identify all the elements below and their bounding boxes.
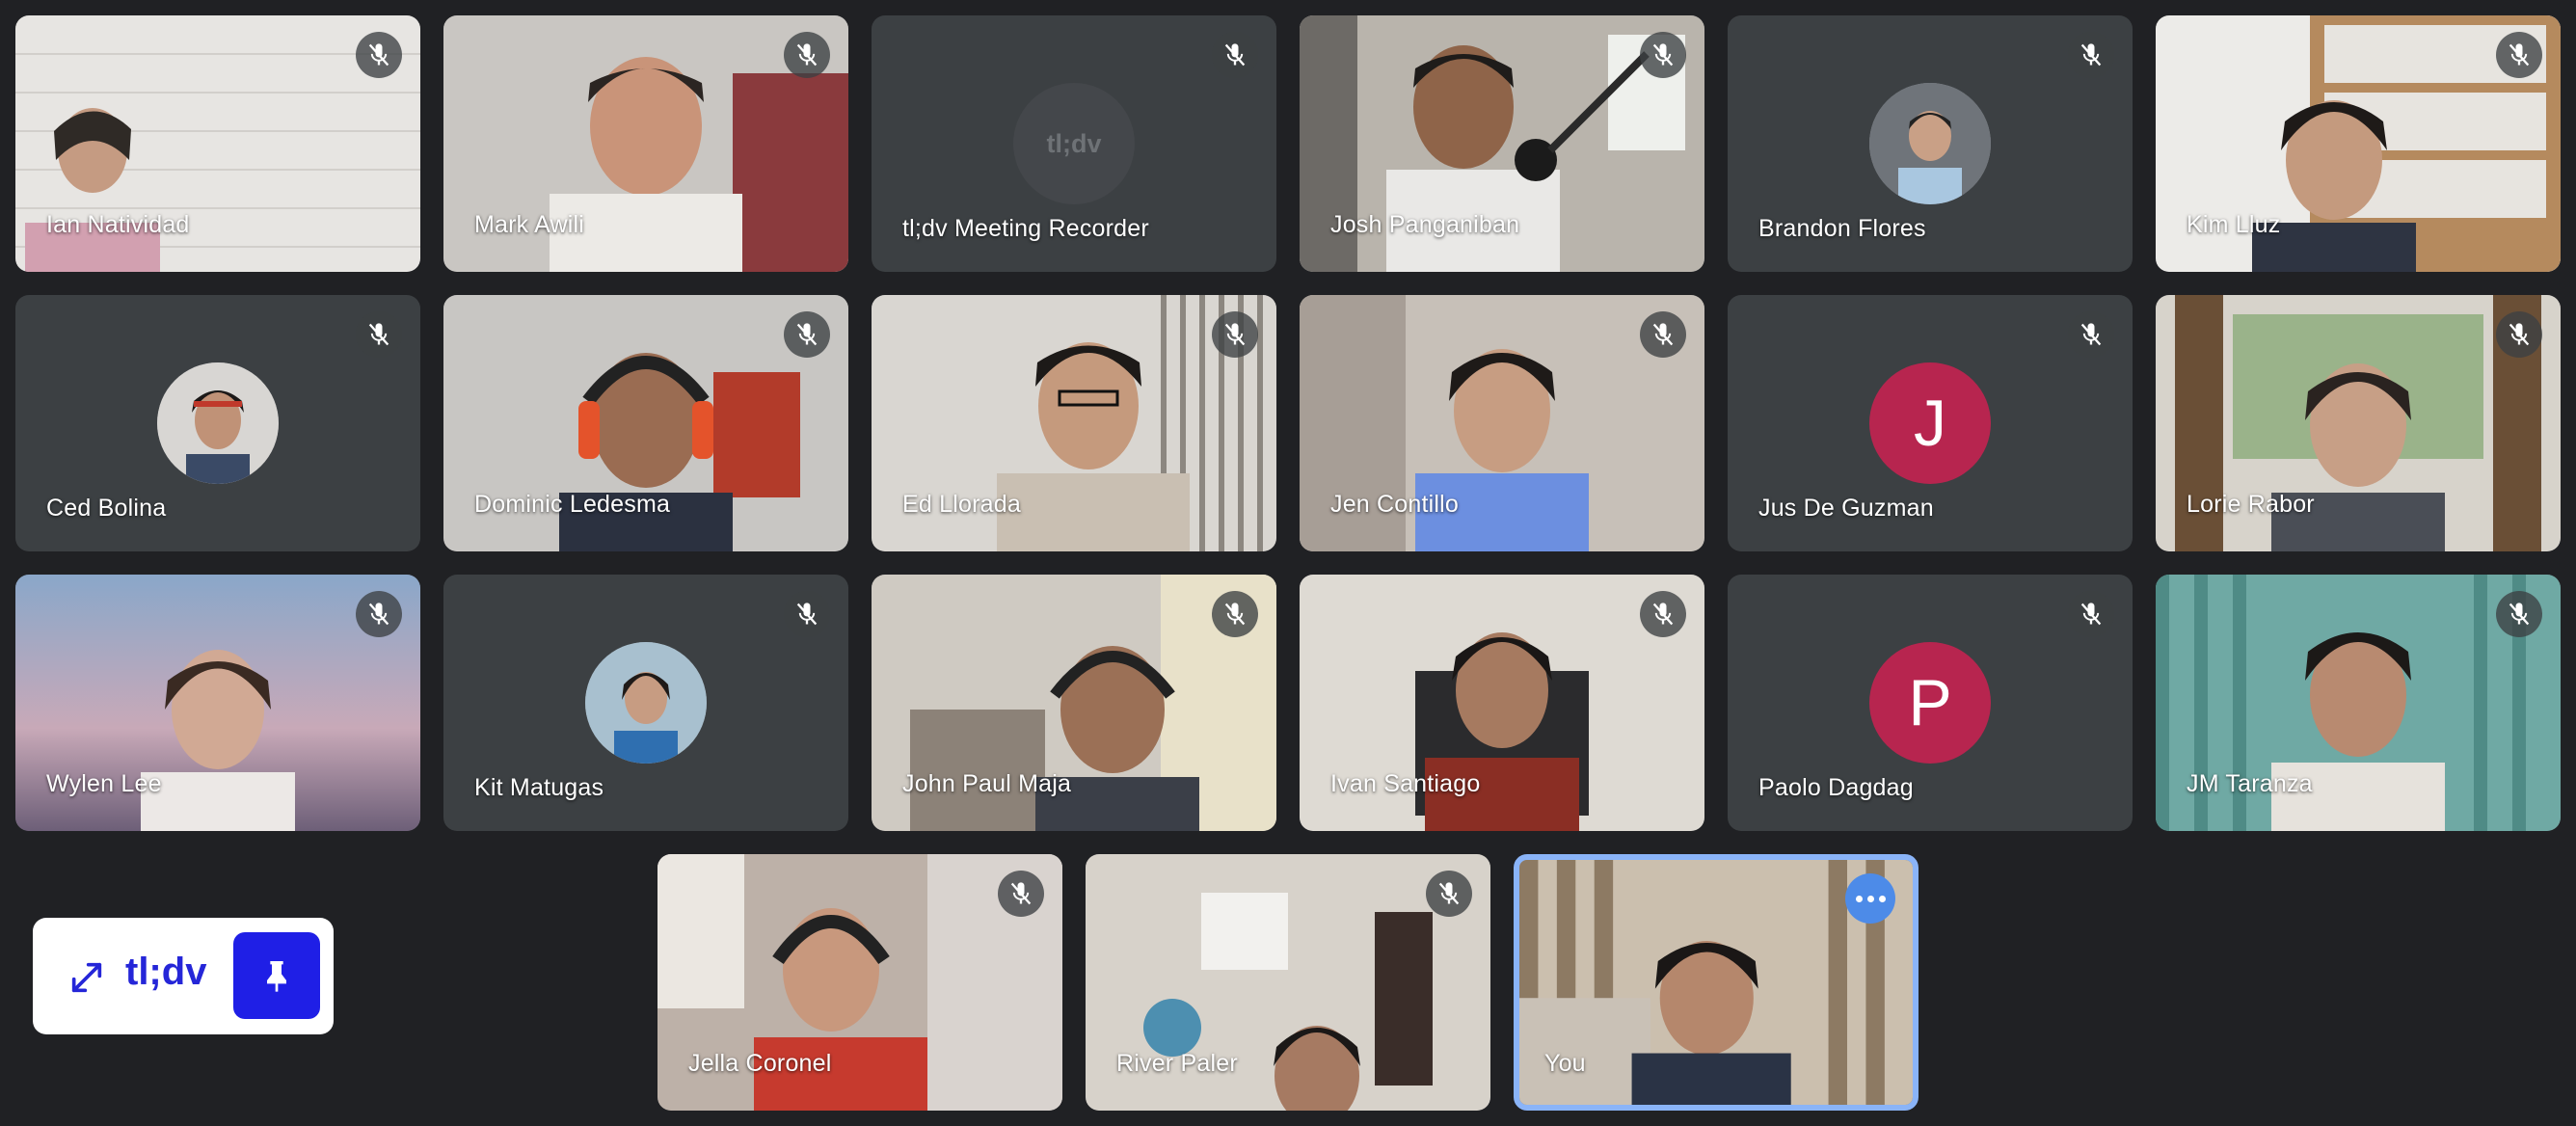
pin-button[interactable] — [233, 932, 320, 1019]
participant-tile-josh-panganiban[interactable]: Josh Panganiban — [1300, 15, 1704, 272]
muted-mic-icon — [2496, 32, 2542, 78]
muted-mic-icon — [2496, 591, 2542, 637]
participant-name: Paolo Dagdag — [1758, 774, 1914, 801]
participant-tile-river-paler[interactable]: River Paler — [1086, 854, 1490, 1111]
participant-name: Ed Llorada — [902, 491, 1021, 518]
participant-tile-brandon-flores[interactable]: Brandon Flores — [1728, 15, 2133, 272]
participant-name: Jen Contillo — [1330, 491, 1460, 518]
muted-mic-icon — [784, 591, 830, 637]
muted-mic-icon — [784, 311, 830, 358]
participant-tile-mark-awili[interactable]: Mark Awili — [443, 15, 848, 272]
participant-tile-john-paul-maja[interactable]: John Paul Maja — [872, 575, 1276, 831]
participant-tile-kit-matugas[interactable]: Kit Matugas — [443, 575, 848, 831]
participant-name: JM Taranza — [2187, 770, 2313, 797]
participant-tile-jus-de-guzman[interactable]: J Jus De Guzman — [1728, 295, 2133, 551]
participant-name: Jella Coronel — [688, 1050, 832, 1077]
avatar — [585, 642, 707, 764]
muted-mic-icon — [2068, 591, 2114, 637]
participant-tile-ian-natividad[interactable]: Ian Natividad — [15, 15, 420, 272]
participant-tile-jm-taranza[interactable]: JM Taranza — [2156, 575, 2561, 831]
muted-mic-icon — [1640, 311, 1686, 358]
participant-tile-ced-bolina[interactable]: Ced Bolina — [15, 295, 420, 551]
participant-tile-dominic-ledesma[interactable]: Dominic Ledesma — [443, 295, 848, 551]
participant-tile-ivan-santiago[interactable]: Ivan Santiago — [1300, 575, 1704, 831]
participant-tile-tldv-recorder[interactable]: tl;dv tl;dv Meeting Recorder — [872, 15, 1276, 272]
expand-icon[interactable] — [67, 958, 106, 997]
participant-name: Brandon Flores — [1758, 215, 1926, 242]
participant-name: Josh Panganiban — [1330, 211, 1520, 238]
avatar: tl;dv — [1013, 83, 1135, 204]
participant-name: Wylen Lee — [46, 770, 162, 797]
participant-name: Dominic Ledesma — [474, 491, 671, 518]
avatar: P — [1869, 642, 1991, 764]
participant-name: Mark Awili — [474, 211, 585, 238]
avatar: J — [1869, 362, 1991, 484]
muted-mic-icon — [2068, 311, 2114, 358]
more-options-button[interactable] — [1845, 873, 1895, 924]
muted-mic-icon — [1212, 311, 1258, 358]
muted-mic-icon — [1212, 591, 1258, 637]
participant-name: John Paul Maja — [902, 770, 1072, 797]
participant-tile-jella-coronel[interactable]: Jella Coronel — [657, 854, 1062, 1111]
participant-name: Lorie Rabor — [2187, 491, 2315, 518]
muted-mic-icon — [998, 871, 1044, 917]
participant-name: You — [1544, 1050, 1586, 1077]
tldv-logo: tl;dv — [125, 951, 207, 993]
muted-mic-icon — [356, 311, 402, 358]
participant-name: Ian Natividad — [46, 211, 190, 238]
muted-mic-icon — [1640, 32, 1686, 78]
muted-mic-icon — [2068, 32, 2114, 78]
avatar — [1869, 83, 1991, 204]
participant-tile-wylen-lee[interactable]: Wylen Lee — [15, 575, 420, 831]
muted-mic-icon — [356, 32, 402, 78]
participant-tile-paolo-dagdag[interactable]: P Paolo Dagdag — [1728, 575, 2133, 831]
participant-name: tl;dv Meeting Recorder — [902, 215, 1149, 242]
participant-name: Kim Lluz — [2187, 211, 2281, 238]
participant-name: Ced Bolina — [46, 495, 167, 522]
participant-name: Jus De Guzman — [1758, 495, 1934, 522]
tldv-widget: tl;dv — [33, 918, 334, 1034]
muted-mic-icon — [2496, 311, 2542, 358]
participant-name: River Paler — [1116, 1050, 1238, 1077]
participant-name: Kit Matugas — [474, 774, 604, 801]
participant-name: Ivan Santiago — [1330, 770, 1481, 797]
muted-mic-icon — [1212, 32, 1258, 78]
muted-mic-icon — [1426, 871, 1472, 917]
avatar — [157, 362, 279, 484]
participant-tile-kim-lluz[interactable]: Kim Lluz — [2156, 15, 2561, 272]
participant-tile-jen-contillo[interactable]: Jen Contillo — [1300, 295, 1704, 551]
muted-mic-icon — [356, 591, 402, 637]
pin-icon — [267, 961, 286, 992]
muted-mic-icon — [784, 32, 830, 78]
muted-mic-icon — [1640, 591, 1686, 637]
participant-tile-self[interactable]: You — [1514, 854, 1919, 1111]
participant-tile-ed-llorada[interactable]: Ed Llorada — [872, 295, 1276, 551]
participant-tile-lorie-rabor[interactable]: Lorie Rabor — [2156, 295, 2561, 551]
